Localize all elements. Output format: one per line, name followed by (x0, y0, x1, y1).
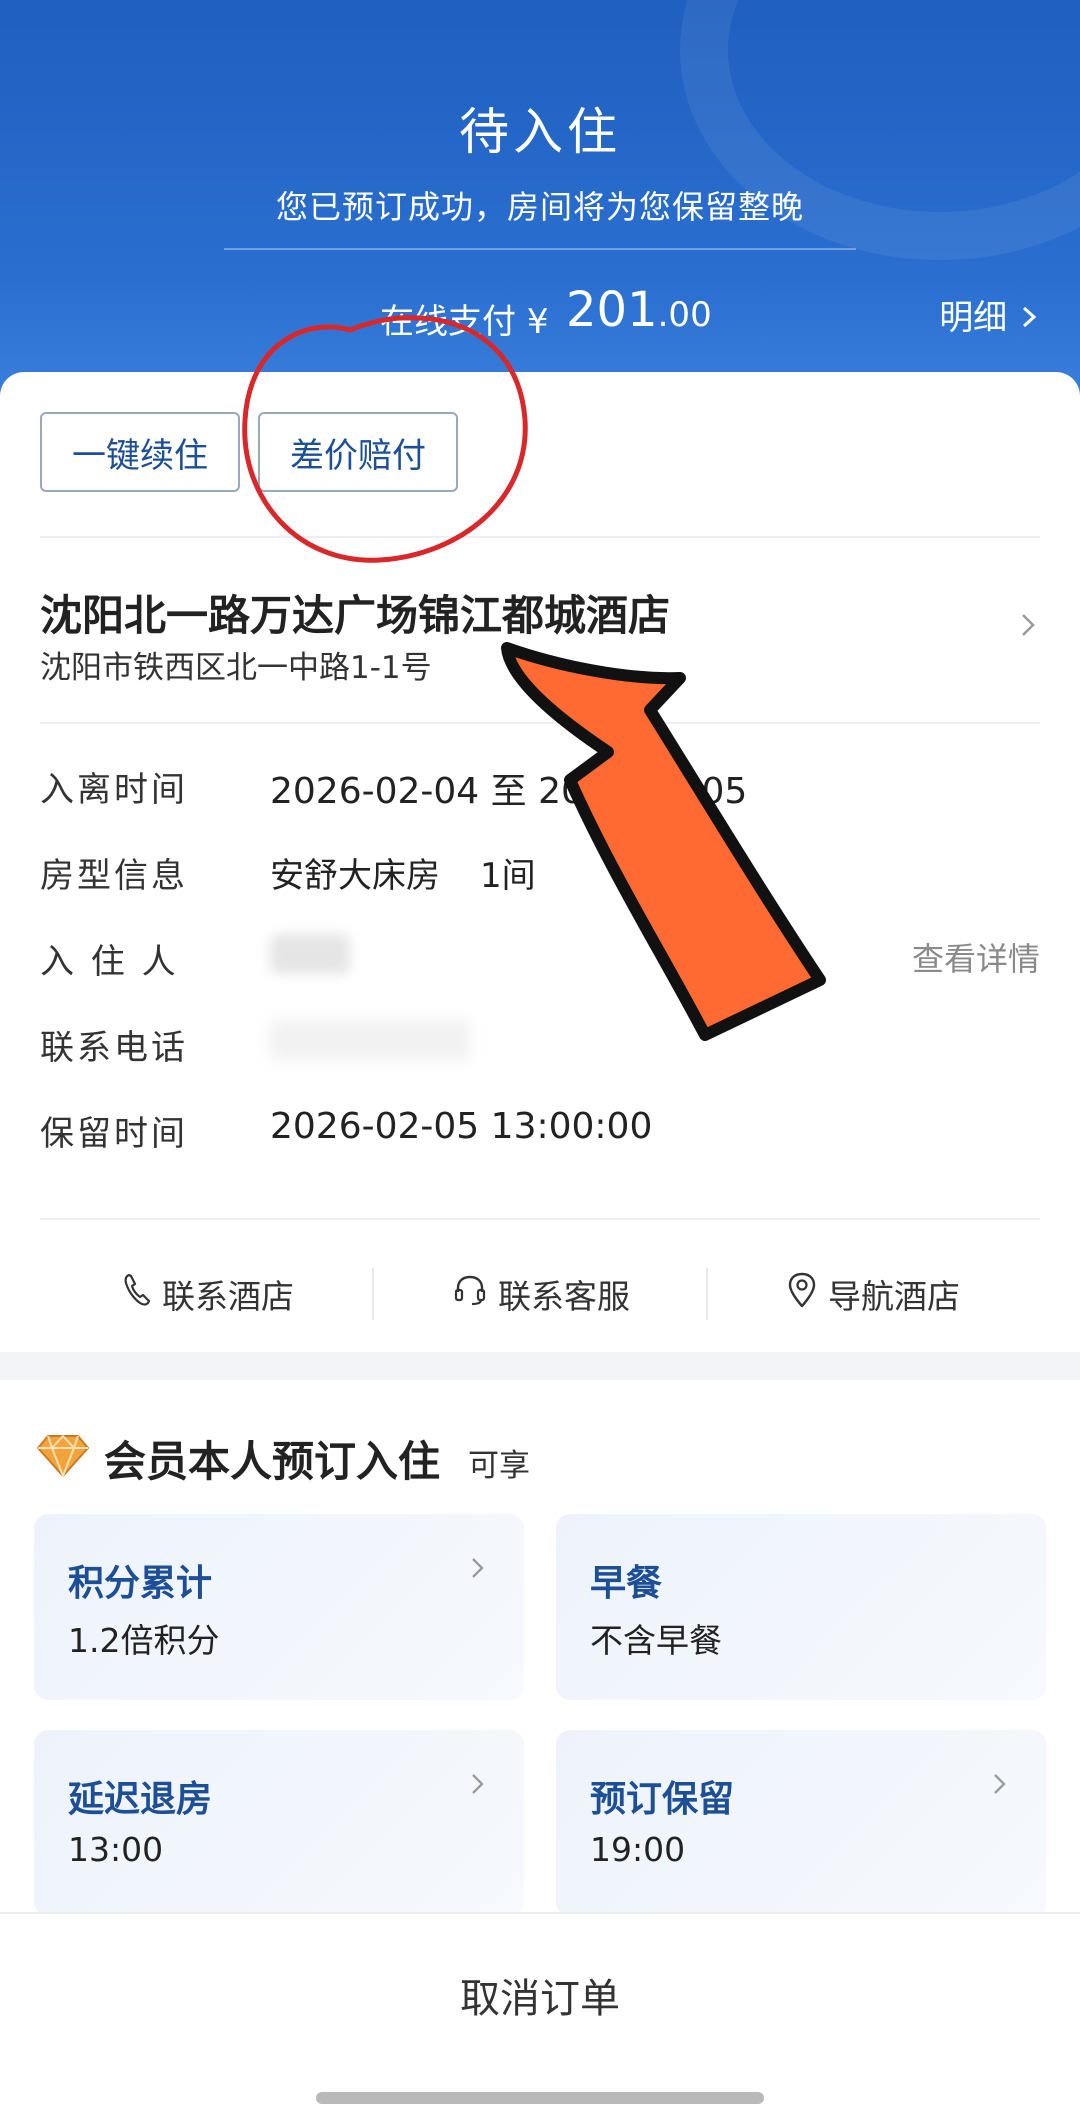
payment-label: 在线支付 ¥ (380, 302, 549, 342)
room-type: 安舒大床房 (270, 856, 440, 896)
benefit-tile-late-checkout[interactable]: 延迟退房 13:00 (34, 1730, 524, 1916)
chevron-right-icon (990, 1768, 1010, 1808)
hotel-chevron-right-icon[interactable] (1018, 608, 1040, 651)
headset-icon (452, 1272, 488, 1316)
hold-time-label: 保留时间 (40, 1114, 188, 1154)
member-title: 会员本人预订入住 (104, 1437, 441, 1486)
chevron-right-icon (1018, 298, 1040, 338)
hotel-name[interactable]: 沈阳北一路万达广场锦江都城酒店 (40, 582, 670, 643)
navigate-hotel-button[interactable]: 导航酒店 (786, 1244, 960, 1344)
divider (40, 722, 1040, 724)
benefit-title: 积分累计 (68, 1563, 213, 1604)
benefit-value: 13:00 (68, 1830, 164, 1869)
renew-stay-button[interactable]: 一键续住 (40, 412, 240, 492)
view-details-link[interactable]: 查看详情 (912, 934, 1040, 980)
header-divider (224, 248, 856, 250)
payment-amount: 201.00 (566, 282, 712, 338)
home-indicator (316, 2092, 764, 2104)
checkin-row: 入离时间 2026-02-04 至 2026-02-05 (40, 762, 1040, 822)
member-enjoy-label: 可享 (468, 1448, 530, 1484)
phone-label: 联系电话 (40, 1028, 188, 1068)
benefit-title: 早餐 (590, 1563, 663, 1604)
hold-time-value: 2026-02-05 13:00:00 (270, 1106, 653, 1147)
contact-action-bar: 联系酒店 联系客服 导航酒店 (0, 1244, 1080, 1344)
room-label: 房型信息 (40, 856, 188, 896)
benefit-title: 预订保留 (590, 1779, 735, 1820)
status-title: 待入住 (459, 103, 621, 161)
benefit-tile-booking-hold[interactable]: 预订保留 19:00 (556, 1730, 1046, 1916)
payment-row: 在线支付 ¥ 201.00 明细 (0, 280, 1080, 350)
benefit-tile-points[interactable]: 积分累计 1.2倍积分 (34, 1514, 524, 1700)
chevron-right-icon (468, 1552, 488, 1592)
order-card: 一键续住 差价赔付 沈阳北一路万达广场锦江都城酒店 沈阳市铁西区北一中路1-1号… (0, 372, 1080, 1352)
cancel-order-button[interactable]: 取消订单 (0, 1966, 1080, 2024)
location-pin-icon (786, 1271, 818, 1317)
guest-row: 入 住 人 查看详情 (40, 934, 1040, 994)
status-subtitle: 您已预订成功，房间将为您保留整晚 (275, 188, 804, 226)
phone-row: 联系电话 (40, 1020, 1040, 1080)
benefit-tile-breakfast: 早餐 不含早餐 (556, 1514, 1046, 1700)
benefit-value: 19:00 (590, 1830, 686, 1869)
payment-detail-link[interactable]: 明细 (939, 290, 1040, 339)
benefit-title: 延迟退房 (68, 1779, 213, 1820)
divider (40, 536, 1040, 538)
benefit-value: 1.2倍积分 (68, 1621, 220, 1660)
benefit-value: 不含早餐 (590, 1621, 722, 1660)
hold-time-row: 保留时间 2026-02-05 13:00:00 (40, 1106, 1040, 1166)
hotel-address: 沈阳市铁西区北一中路1-1号 (40, 650, 432, 686)
room-row: 房型信息 安舒大床房 1间 (40, 848, 1040, 908)
room-count: 1间 (480, 856, 536, 896)
checkin-label: 入离时间 (40, 770, 188, 810)
guest-name-redacted (270, 934, 350, 974)
chevron-right-icon (468, 1768, 488, 1808)
guest-label: 入 住 人 (40, 942, 179, 982)
contact-service-button[interactable]: 联系客服 (452, 1244, 630, 1344)
separator (372, 1268, 374, 1320)
price-difference-compensation-button[interactable]: 差价赔付 (258, 412, 458, 492)
diamond-icon (36, 1432, 90, 1480)
member-benefits-section: 会员本人预订入住 可享 积分累计 1.2倍积分 早餐 不含早餐 延迟退房 13:… (0, 1380, 1080, 1920)
divider (40, 1218, 1040, 1220)
currency-symbol: ¥ (526, 302, 549, 342)
order-status-header: 待入住 您已预订成功，房间将为您保留整晚 在线支付 ¥ 201.00 明细 (0, 0, 1080, 400)
phone-icon (122, 1272, 152, 1316)
separator (706, 1268, 708, 1320)
checkin-value: 2026-02-04 至 2026-02-05 (270, 771, 748, 812)
bottom-action-bar: 取消订单 (0, 1912, 1080, 2124)
contact-hotel-button[interactable]: 联系酒店 (122, 1244, 294, 1344)
phone-redacted (270, 1020, 470, 1060)
